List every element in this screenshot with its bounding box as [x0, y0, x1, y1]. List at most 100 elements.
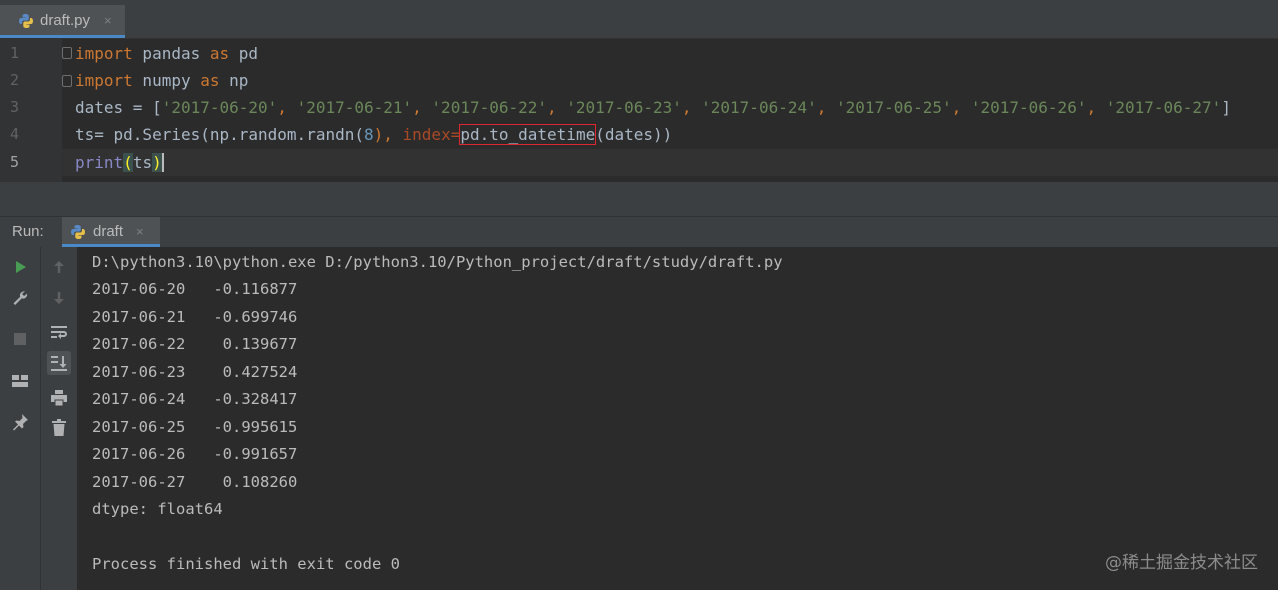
row-value: -0.699746: [213, 308, 298, 326]
code-text: dates = [: [75, 98, 162, 117]
row-value: -0.328417: [213, 390, 298, 408]
code-line-4: ts= pd.Series(np.random.randn(8), index=…: [75, 121, 672, 148]
row-date: 2017-06-25: [92, 418, 186, 436]
code-text: ts= pd.Series(np.random.randn(: [75, 125, 364, 144]
string-literal: '2017-06-25': [836, 98, 952, 117]
code-text: ),: [373, 125, 403, 144]
code-line-5: print(ts): [75, 149, 164, 176]
console-output[interactable]: D:\python3.10\python.exe D:/python3.10/P…: [77, 247, 1278, 590]
string-literal: '2017-06-26': [970, 98, 1087, 117]
keyword: import: [75, 44, 133, 63]
equals: =: [450, 125, 461, 144]
up-arrow-icon[interactable]: [47, 255, 71, 279]
separator: ,: [1086, 98, 1106, 117]
string-literal: '2017-06-21': [296, 98, 413, 117]
watermark: @稀土掘金技术社区: [1105, 553, 1258, 573]
highlight-box: pd.to_datetime: [459, 124, 597, 145]
editor-tab-label: draft.py: [40, 12, 91, 29]
run-label: Run:: [12, 223, 44, 240]
console-row: 2017-06-24 -0.328417: [92, 386, 297, 413]
string-literal: '2017-06-24': [701, 98, 817, 117]
run-tool-window-header: Run: draft ×: [0, 216, 1278, 248]
line-number: 2: [10, 71, 20, 89]
scroll-to-end-icon[interactable]: [47, 351, 71, 375]
keyword: as: [200, 71, 220, 90]
separator: ,: [412, 98, 432, 117]
code-text: pd: [229, 44, 259, 63]
run-icon[interactable]: [8, 255, 32, 279]
console-row: 2017-06-27 0.108260: [92, 469, 297, 496]
close-icon[interactable]: ×: [136, 224, 144, 239]
console-row: 2017-06-20 -0.116877: [92, 276, 297, 303]
code-line-3: dates = ['2017-06-20', '2017-06-21', '20…: [75, 94, 1231, 121]
python-run-icon: [71, 225, 85, 239]
row-value: 0.427524: [213, 363, 298, 381]
row-value: -0.995615: [213, 418, 298, 436]
stop-icon[interactable]: [8, 327, 32, 351]
number-literal: 8: [363, 125, 374, 144]
separator: ,: [547, 98, 567, 117]
keyword-argument: index: [402, 125, 451, 144]
trash-icon[interactable]: [47, 416, 71, 440]
down-arrow-icon[interactable]: [47, 286, 71, 310]
editor-tab-bar: draft.py ×: [0, 0, 1278, 39]
console-row: 2017-06-23 0.427524: [92, 359, 297, 386]
separator: ,: [277, 98, 297, 117]
brace-match: ): [152, 153, 162, 172]
fold-start-icon[interactable]: [62, 47, 72, 59]
run-toolbar: [0, 247, 40, 590]
row-date: 2017-06-21: [92, 308, 186, 326]
text-cursor: [161, 153, 164, 172]
close-icon[interactable]: ×: [104, 13, 112, 28]
console-exit-message: Process finished with exit code 0: [92, 555, 400, 573]
editor-tab-draft[interactable]: draft.py ×: [0, 5, 125, 38]
row-date: 2017-06-22: [92, 335, 186, 353]
console-command: D:\python3.10\python.exe D:/python3.10/P…: [92, 253, 783, 271]
console-toolbar: [40, 247, 77, 590]
console-row: 2017-06-25 -0.995615: [92, 414, 297, 441]
string-literal: '2017-06-22': [431, 98, 548, 117]
line-number: 4: [10, 125, 20, 143]
run-tab-label: draft: [93, 223, 124, 240]
soft-wrap-icon[interactable]: [47, 320, 71, 344]
code-text: pandas: [132, 44, 210, 63]
code-text: np: [219, 71, 249, 90]
line-number: 1: [10, 44, 20, 62]
fold-end-icon[interactable]: [62, 75, 72, 87]
string-literal: '2017-06-20': [161, 98, 278, 117]
separator: ,: [816, 98, 836, 117]
console-dtype: dtype: float64: [92, 500, 223, 518]
line-number-gutter: 1 2 3 4 5: [0, 39, 62, 182]
wrench-icon[interactable]: [8, 286, 32, 310]
row-date: 2017-06-20: [92, 280, 186, 298]
current-line-highlight: [62, 149, 1278, 176]
builtin-function: print: [75, 153, 124, 172]
string-literal: '2017-06-23': [566, 98, 682, 117]
code-text: numpy: [132, 71, 201, 90]
row-value: -0.116877: [213, 280, 298, 298]
console-row: 2017-06-21 -0.699746: [92, 304, 297, 331]
string-literal: '2017-06-27': [1105, 98, 1222, 117]
row-date: 2017-06-26: [92, 445, 186, 463]
separator: ,: [951, 98, 971, 117]
code-text: (dates)): [595, 125, 673, 144]
console-row: 2017-06-22 0.139677: [92, 331, 297, 358]
code-text: ts: [132, 153, 153, 172]
run-tab-draft[interactable]: draft ×: [62, 217, 160, 247]
line-number: 3: [10, 98, 20, 116]
row-value: 0.108260: [213, 473, 298, 491]
row-date: 2017-06-23: [92, 363, 186, 381]
row-value: -0.991657: [213, 445, 298, 463]
pin-icon[interactable]: [8, 410, 32, 434]
row-value: 0.139677: [213, 335, 298, 353]
code-editor[interactable]: 1 2 3 4 5 import pandas as pd import num…: [0, 39, 1278, 182]
brace-match: (: [123, 153, 133, 172]
code-line-1: import pandas as pd: [75, 40, 258, 67]
row-date: 2017-06-24: [92, 390, 186, 408]
layout-icon[interactable]: [8, 369, 32, 393]
print-icon[interactable]: [47, 386, 71, 410]
panel-splitter[interactable]: [0, 182, 1278, 216]
code-text: ]: [1221, 98, 1231, 117]
console-row: 2017-06-26 -0.991657: [92, 441, 297, 468]
code-line-2: import numpy as np: [75, 67, 248, 94]
